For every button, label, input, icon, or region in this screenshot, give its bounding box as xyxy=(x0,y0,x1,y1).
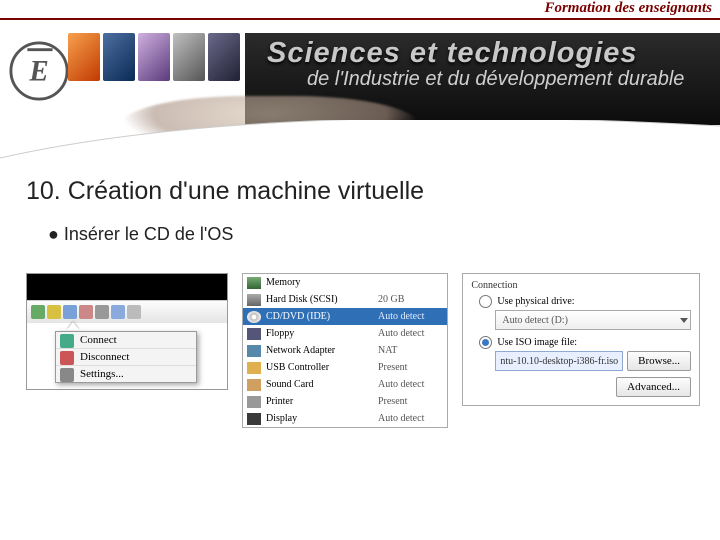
status-icon-7[interactable] xyxy=(127,305,141,319)
hw-row-usb[interactable]: USB ControllerPresent xyxy=(243,359,447,376)
printer-icon xyxy=(247,396,261,408)
education-logo: E xyxy=(8,40,70,102)
hw-state: Auto detect xyxy=(378,328,424,339)
status-icon-3[interactable] xyxy=(63,305,77,319)
disconnect-icon xyxy=(60,351,74,365)
banner-thumbnails xyxy=(68,33,240,81)
teacher-line: Formation des enseignants xyxy=(544,0,712,17)
display-icon xyxy=(247,413,261,425)
hw-name: Display xyxy=(266,413,378,424)
hw-state: Present xyxy=(378,362,407,373)
thumb-1 xyxy=(68,33,100,81)
slide-heading: 10. Création d'une machine virtuelle xyxy=(26,177,700,206)
combo-value: Auto detect (D:) xyxy=(502,315,568,326)
status-icon-5[interactable] xyxy=(95,305,109,319)
hw-row-network[interactable]: Network AdapterNAT xyxy=(243,342,447,359)
hw-state: Present xyxy=(378,396,407,407)
screenshot-context-menu: Connect Disconnect Settings... xyxy=(26,273,228,390)
hw-state: Auto detect xyxy=(378,379,424,390)
advanced-button[interactable]: Advanced... xyxy=(616,377,691,397)
banner-subtitle: de l'Industrie et du développement durab… xyxy=(307,68,720,91)
screenshot-connection-panel: Connection Use physical drive: Auto dete… xyxy=(462,273,700,406)
harddisk-icon xyxy=(247,294,261,306)
thumb-3 xyxy=(138,33,170,81)
hw-name: Printer xyxy=(266,396,378,407)
thumb-5 xyxy=(208,33,240,81)
vm-black-area xyxy=(27,274,227,300)
floppy-icon xyxy=(247,328,261,340)
slide-banner: Formation des enseignants E Sciences et … xyxy=(0,0,720,155)
radio-label: Use physical drive: xyxy=(497,296,574,307)
hw-name: Sound Card xyxy=(266,379,378,390)
physical-drive-combo[interactable]: Auto detect (D:) xyxy=(495,310,691,330)
cd-icon xyxy=(247,311,261,323)
hw-state: Auto detect xyxy=(378,311,424,322)
network-icon xyxy=(247,345,261,357)
banner-swoop xyxy=(0,120,720,160)
hw-row-harddisk[interactable]: Hard Disk (SCSI)20 GB xyxy=(243,291,447,308)
thumb-4 xyxy=(173,33,205,81)
hw-row-floppy[interactable]: FloppyAuto detect xyxy=(243,325,447,342)
iso-path-field[interactable]: ntu-10.10-desktop-i386-fr.iso xyxy=(495,351,623,371)
hw-name: Network Adapter xyxy=(266,345,378,356)
device-context-menu: Connect Disconnect Settings... xyxy=(55,331,197,383)
menu-item-settings[interactable]: Settings... xyxy=(56,365,196,382)
hw-name: CD/DVD (IDE) xyxy=(266,311,378,322)
menu-item-label: Settings... xyxy=(80,368,124,380)
hw-state: Auto detect xyxy=(378,413,424,424)
hw-name: USB Controller xyxy=(266,362,378,373)
banner-title: Sciences et technologies xyxy=(267,37,720,70)
hw-row-memory[interactable]: Memory xyxy=(243,274,447,291)
hw-row-sound[interactable]: Sound CardAuto detect xyxy=(243,376,447,393)
gear-icon xyxy=(60,368,74,382)
menu-pointer xyxy=(67,322,79,330)
radio-iso-image[interactable]: Use ISO image file: xyxy=(479,336,691,349)
svg-text:E: E xyxy=(28,56,48,88)
hw-name: Floppy xyxy=(266,328,378,339)
slide-bullet-1: Insérer le CD de l'OS xyxy=(48,224,700,245)
thumb-2 xyxy=(103,33,135,81)
chevron-down-icon xyxy=(680,318,688,323)
usb-icon xyxy=(247,362,261,374)
hw-row-printer[interactable]: PrinterPresent xyxy=(243,393,447,410)
iso-path-value: ntu-10.10-desktop-i386-fr.iso xyxy=(500,356,618,367)
menu-item-label: Disconnect xyxy=(80,351,129,363)
browse-button[interactable]: Browse... xyxy=(627,351,691,371)
hw-row-display[interactable]: DisplayAuto detect xyxy=(243,410,447,427)
radio-icon xyxy=(479,336,492,349)
status-icon-4[interactable] xyxy=(79,305,93,319)
hw-state: 20 GB xyxy=(378,294,404,305)
banner-rule xyxy=(0,18,720,20)
radio-icon xyxy=(479,295,492,308)
memory-icon xyxy=(247,277,261,289)
connection-group-label: Connection xyxy=(471,280,691,291)
hw-name: Memory xyxy=(266,277,378,288)
menu-item-label: Connect xyxy=(80,334,117,346)
hw-row-cddvd[interactable]: CD/DVD (IDE)Auto detect xyxy=(243,308,447,325)
screenshot-hardware-list: Memory Hard Disk (SCSI)20 GB CD/DVD (IDE… xyxy=(242,273,448,428)
hw-name: Hard Disk (SCSI) xyxy=(266,294,378,305)
hw-state: NAT xyxy=(378,345,397,356)
vm-status-toolbar xyxy=(27,300,227,323)
status-icon-6[interactable] xyxy=(111,305,125,319)
status-icon-1[interactable] xyxy=(31,305,45,319)
radio-physical-drive[interactable]: Use physical drive: xyxy=(479,295,691,308)
menu-item-connect[interactable]: Connect xyxy=(56,332,196,348)
status-icon-2[interactable] xyxy=(47,305,61,319)
radio-label: Use ISO image file: xyxy=(497,337,577,348)
sound-icon xyxy=(247,379,261,391)
menu-item-disconnect[interactable]: Disconnect xyxy=(56,348,196,365)
connect-icon xyxy=(60,334,74,348)
